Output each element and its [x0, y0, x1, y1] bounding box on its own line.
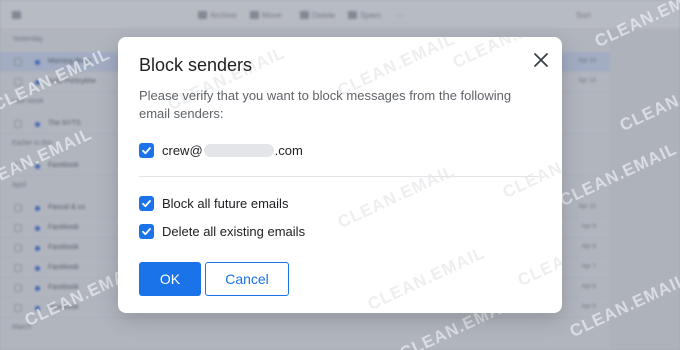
checkmark-icon	[142, 227, 151, 235]
sender-row: crew@ .com	[139, 141, 303, 159]
dialog-description: Please verify that you want to block mes…	[139, 88, 512, 121]
block-future-label: Block all future emails	[162, 195, 289, 211]
sender-checkbox[interactable]	[139, 142, 154, 158]
delete-existing-label: Delete all existing emails	[162, 223, 306, 239]
watermark: CLEAN.EMAIL	[364, 243, 489, 313]
delete-existing-option: Delete all existing emails	[139, 222, 305, 240]
ok-button[interactable]: OK	[139, 262, 201, 296]
block-senders-dialog: CLEAN.EMAIL CLEAN.EMAIL CLEAN.EMAIL CLEA…	[118, 37, 562, 313]
watermark: CLEAN.EMAIL	[499, 131, 562, 203]
cancel-button[interactable]: Cancel	[205, 262, 289, 296]
watermark: CLEAN.EMAIL	[514, 219, 562, 291]
dialog-title: Block senders	[139, 55, 253, 75]
checkmark-icon	[142, 146, 151, 154]
redacted-email-part	[203, 143, 274, 157]
checkmark-icon	[142, 199, 151, 207]
block-future-checkbox[interactable]	[139, 195, 154, 211]
divider	[139, 176, 539, 177]
block-future-option: Block all future emails	[139, 194, 288, 212]
close-icon[interactable]	[532, 51, 550, 69]
sender-email-local: crew@	[162, 142, 203, 158]
sender-email-domain: .com	[274, 142, 303, 158]
watermark: CLEAN.EMAIL	[334, 161, 459, 233]
delete-existing-checkbox[interactable]	[139, 223, 154, 239]
